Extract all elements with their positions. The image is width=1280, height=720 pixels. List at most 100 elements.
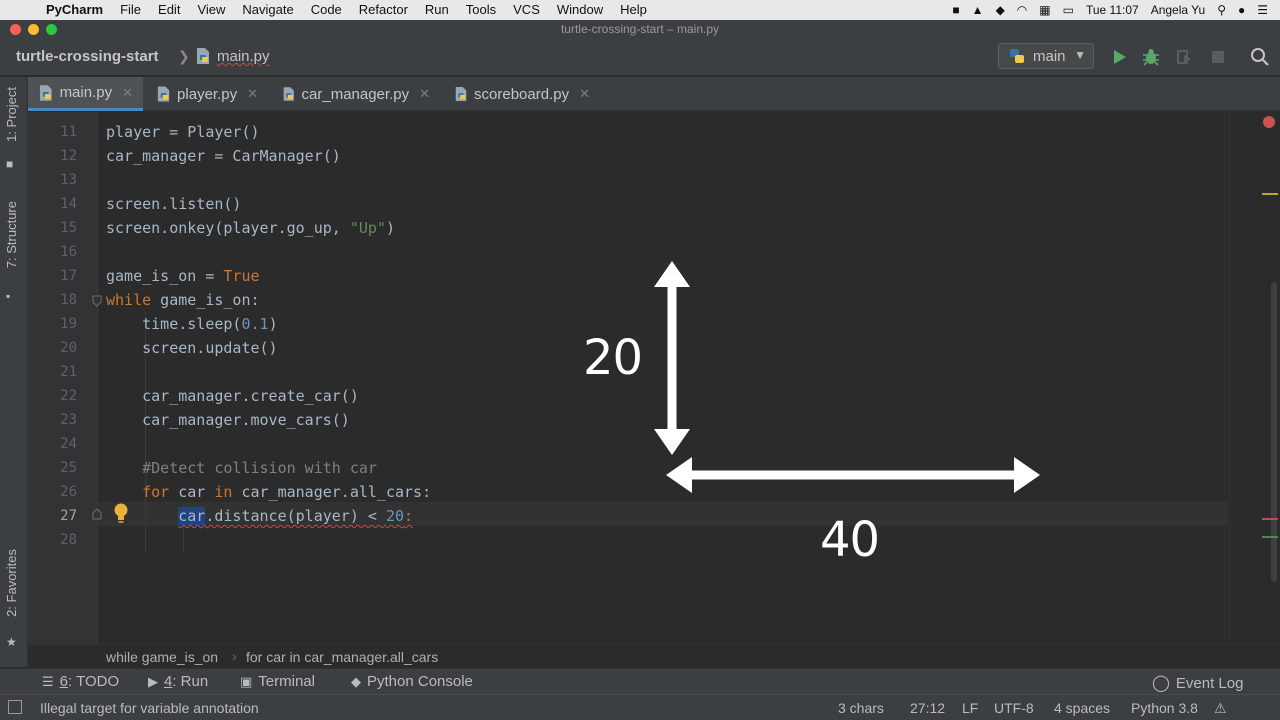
run-configuration-select[interactable]: main ▼ (998, 43, 1094, 69)
editor-tab-bar: main.py ✕ player.py ✕ car_manager.py ✕ s… (28, 77, 1280, 111)
status-interpreter[interactable]: Python 3.8 (1131, 700, 1198, 716)
python-file-icon (39, 84, 52, 101)
star-icon[interactable]: ★ (6, 635, 20, 649)
code-line-20[interactable]: screen.update() (106, 336, 277, 360)
tool-event-log[interactable]: ◯ Event Log (1152, 673, 1243, 693)
code-line-26[interactable]: for car in car_manager.all_cars: (106, 480, 431, 504)
menu-vcs[interactable]: VCS (513, 0, 540, 20)
breadcrumb-for[interactable]: for car in car_manager.all_cars (246, 649, 438, 665)
close-icon[interactable]: ✕ (122, 85, 133, 101)
nav-file-name[interactable]: main.py (217, 48, 270, 65)
python-file-icon (283, 87, 294, 101)
code-line-27[interactable]: car.distance(player) < 20: (106, 504, 413, 528)
toggle-tool-windows-icon[interactable] (8, 700, 22, 714)
code-keyword: True (223, 267, 260, 285)
fold-icon[interactable] (92, 508, 102, 520)
folder-icon[interactable]: ■ (6, 157, 20, 171)
tool-favorites[interactable]: 2: Favorites (4, 549, 24, 617)
code-line-25[interactable]: #Detect collision with car (106, 456, 377, 480)
tool-terminal[interactable]: ▣ Terminal (240, 673, 315, 690)
status-encoding[interactable]: UTF-8 (994, 700, 1034, 716)
editor-gutter[interactable]: 10 11 12 13 14 15 16 17 18 19 20 21 22 2… (28, 112, 128, 644)
code-line-23[interactable]: car_manager.move_cars() (106, 408, 350, 432)
status-selection: 3 chars (838, 700, 884, 716)
menu-file[interactable]: File (120, 0, 141, 20)
run-icon[interactable] (1109, 47, 1129, 67)
line-number: 20 (60, 340, 77, 356)
code-line-15[interactable]: screen.onkey(player.go_up, "Up") (106, 216, 395, 240)
error-stripe-mark[interactable] (1262, 518, 1278, 520)
code-line-12[interactable]: car_manager = CarManager() (106, 144, 341, 168)
code-line-19[interactable]: time.sleep(0.1) (106, 312, 277, 336)
menu-view[interactable]: View (197, 0, 225, 20)
speech-bubble-icon: ◯ (1152, 675, 1170, 692)
code-text: ) (385, 219, 395, 237)
status-message[interactable]: Illegal target for variable annotation (40, 700, 259, 716)
tab-label: player.py (177, 85, 238, 103)
python-icon (1010, 49, 1024, 63)
menu-clock[interactable]: Tue 11:07 (1086, 0, 1139, 20)
menu-user[interactable]: Angela Yu (1151, 0, 1206, 20)
stop-icon[interactable] (1208, 47, 1228, 67)
status-caret-position[interactable]: 27:12 (910, 700, 945, 716)
fold-icon[interactable] (92, 295, 102, 307)
battery-icon[interactable]: ▭ (1063, 0, 1074, 20)
close-icon[interactable]: ✕ (579, 86, 590, 102)
inspection-icon[interactable]: ⚠ (1214, 700, 1227, 717)
spotlight-search-icon[interactable]: ⚲ (1217, 0, 1226, 20)
screen-record-icon[interactable]: ■ (952, 0, 959, 20)
status-line-separator[interactable]: LF (962, 700, 978, 716)
tool-run-num: 4 (164, 673, 173, 690)
siri-icon[interactable]: ● (1238, 0, 1245, 20)
control-center-icon[interactable]: ☰ (1257, 0, 1268, 20)
warning-stripe-mark[interactable] (1262, 193, 1278, 195)
code-text: game_is_on = (106, 267, 224, 285)
menu-help[interactable]: Help (620, 0, 647, 20)
debug-icon[interactable] (1141, 47, 1161, 67)
tab-main-py[interactable]: main.py ✕ (28, 77, 143, 111)
structure-icon[interactable]: ▪ (6, 289, 20, 303)
line-number: 26 (60, 484, 77, 500)
search-everywhere-icon[interactable] (1250, 47, 1270, 67)
code-text: .distance(player) < (205, 507, 386, 525)
tool-todo[interactable]: ☰ 6: TODO (42, 673, 119, 690)
menu-refactor[interactable]: Refactor (359, 0, 408, 20)
wifi-icon[interactable]: ◠ (1017, 0, 1027, 20)
tab-scoreboard-py[interactable]: scoreboard.py ✕ (444, 77, 600, 111)
breadcrumb-while[interactable]: while game_is_on (106, 649, 218, 665)
tool-structure[interactable]: 7: Structure (4, 201, 24, 268)
close-icon[interactable]: ✕ (419, 86, 430, 102)
menu-code[interactable]: Code (311, 0, 342, 20)
line-number: 24 (60, 436, 77, 452)
code-editor[interactable]: 10 11 12 13 14 15 16 17 18 19 20 21 22 2… (28, 112, 1280, 644)
notification-icon[interactable]: ▲ (972, 0, 984, 20)
menu-navigate[interactable]: Navigate (242, 0, 293, 20)
selected-text[interactable]: car (178, 507, 206, 525)
code-line-18[interactable]: while game_is_on: (106, 288, 260, 312)
shortcut-icon[interactable]: ◆ (996, 0, 1005, 20)
tab-car-manager-py[interactable]: car_manager.py ✕ (272, 77, 440, 111)
code-line-22[interactable]: car_manager.create_car() (106, 384, 359, 408)
window-title-bar: turtle-crossing-start – main.py (0, 20, 1280, 38)
menu-app-name[interactable]: PyCharm (46, 0, 103, 20)
tab-player-py[interactable]: player.py ✕ (146, 77, 268, 111)
status-indent[interactable]: 4 spaces (1054, 700, 1110, 716)
code-line-14[interactable]: screen.listen() (106, 192, 241, 216)
code-line-11[interactable]: player = Player() (106, 120, 260, 144)
menu-run[interactable]: Run (425, 0, 449, 20)
menu-edit[interactable]: Edit (158, 0, 180, 20)
info-stripe-mark[interactable] (1262, 536, 1278, 538)
tool-project[interactable]: 1: Project (4, 87, 24, 142)
flag-icon[interactable]: ▦ (1039, 0, 1050, 20)
tool-run[interactable]: ▶ 4: Run (148, 673, 208, 690)
tool-python-console[interactable]: ◆ Python Console (351, 673, 473, 690)
menu-tools[interactable]: Tools (466, 0, 496, 20)
run-with-coverage-icon[interactable] (1174, 47, 1194, 67)
close-icon[interactable]: ✕ (247, 86, 258, 102)
nav-project-name[interactable]: turtle-crossing-start (16, 48, 159, 65)
error-indicator-icon[interactable] (1263, 116, 1275, 128)
distance-arrows-overlay (654, 261, 1040, 493)
line-number: 28 (60, 532, 77, 548)
code-line-17[interactable]: game_is_on = True (106, 264, 260, 288)
menu-window[interactable]: Window (557, 0, 603, 20)
